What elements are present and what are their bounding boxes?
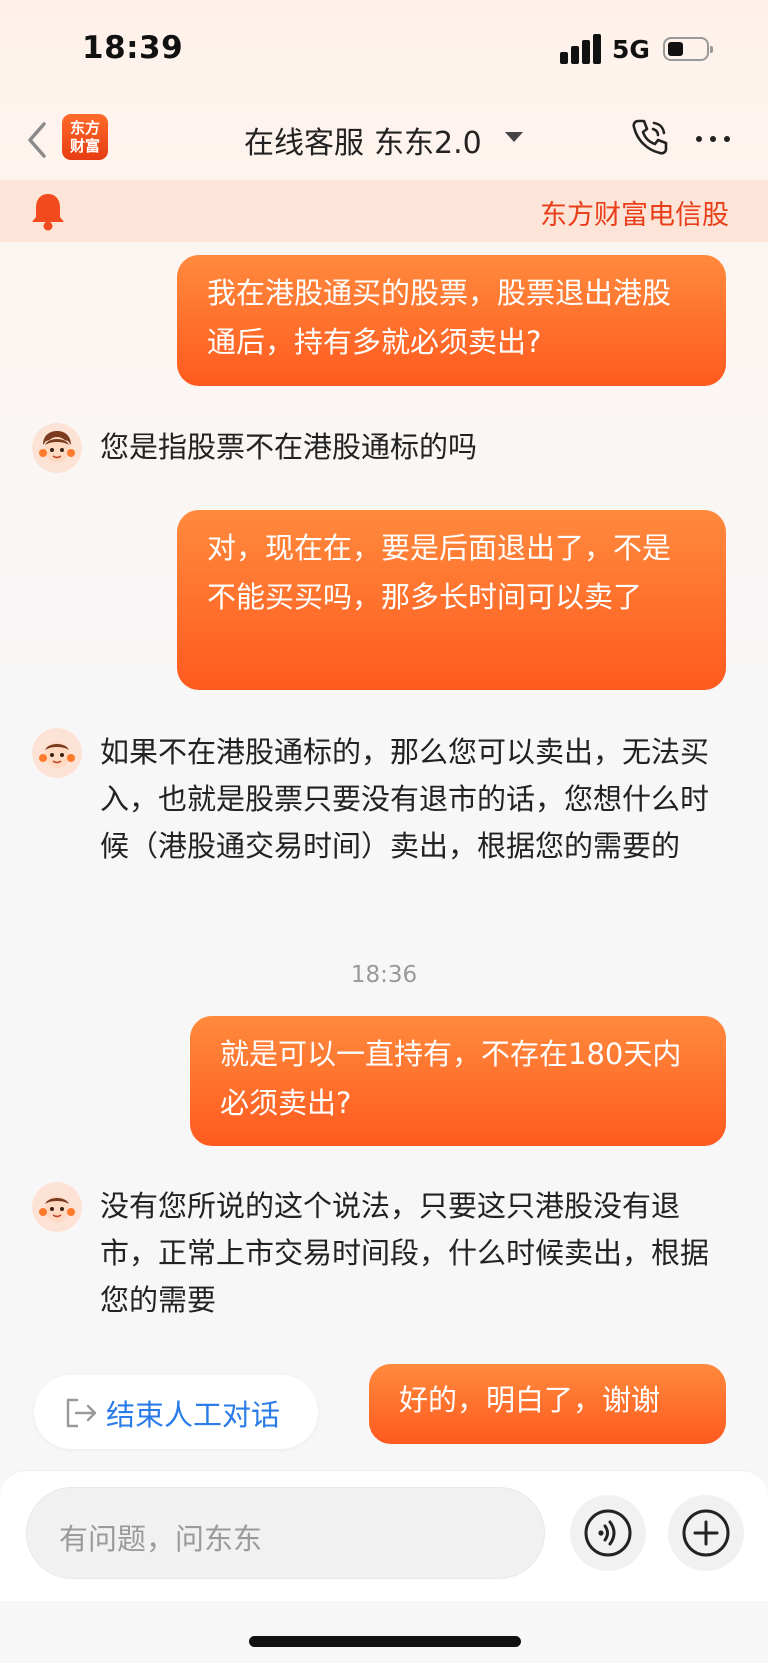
signal-icon bbox=[560, 34, 604, 64]
battery-icon bbox=[663, 37, 713, 61]
status-time: 18:39 bbox=[82, 30, 184, 66]
voice-button[interactable] bbox=[570, 1495, 646, 1571]
notice-text: 东方财富电信股 bbox=[540, 200, 729, 231]
plus-button[interactable] bbox=[668, 1495, 744, 1571]
message-composer: 有问题，问东东 bbox=[0, 1470, 768, 1601]
user-message: 就是可以一直持有，不存在180天内必须卖出? bbox=[190, 1016, 726, 1146]
bell-icon bbox=[32, 194, 64, 231]
more-dots-icon[interactable] bbox=[694, 119, 732, 159]
network-type: 5G bbox=[612, 35, 650, 64]
chat-title-text: 在线客服 bbox=[244, 126, 364, 161]
exit-icon bbox=[66, 1398, 97, 1428]
assistant-version: 东东2.0 bbox=[374, 126, 482, 161]
end-human-chat-button[interactable]: 结束人工对话 bbox=[34, 1375, 318, 1449]
home-indicator bbox=[249, 1636, 521, 1647]
chevron-down-icon[interactable] bbox=[505, 132, 523, 142]
end-human-chat-label: 结束人工对话 bbox=[106, 1398, 281, 1432]
message-timestamp: 18:36 bbox=[350, 962, 418, 988]
user-message: 对，现在在，要是后面退出了，不是不能买买吗，那多长时间可以卖了 bbox=[177, 510, 726, 690]
phone-call-icon[interactable] bbox=[628, 115, 672, 159]
agent-avatar bbox=[32, 423, 82, 473]
input-placeholder: 有问题，问东东 bbox=[59, 1522, 263, 1556]
agent-message: 没有您所说的这个说法，只要这只港股没有退市，正常上市交易时间段，什么时候卖出，根… bbox=[100, 1189, 710, 1317]
chat-title[interactable]: 在线客服 东东2.0 bbox=[244, 118, 482, 162]
plus-icon bbox=[682, 1509, 730, 1557]
user-message: 好的，明白了，谢谢 bbox=[369, 1364, 726, 1444]
chat-header: 东方 财富 在线客服 东东2.0 bbox=[0, 100, 768, 180]
agent-message: 您是指股票不在港股通标的吗 bbox=[100, 430, 478, 464]
user-message: 我在港股通买的股票，股票退出港股通后，持有多就必须卖出? bbox=[177, 255, 726, 386]
notice-banner[interactable]: 东方财富电信股 bbox=[0, 180, 768, 242]
app-logo: 东方 财富 bbox=[62, 114, 108, 160]
agent-avatar bbox=[32, 1182, 82, 1232]
back-chevron-icon[interactable] bbox=[22, 118, 52, 162]
agent-avatar bbox=[32, 728, 82, 778]
agent-message: 如果不在港股通标的，那么您可以卖出，无法买入，也就是股票只要没有退市的话，您想什… bbox=[100, 735, 710, 863]
voice-icon bbox=[584, 1509, 632, 1557]
status-bar: 18:39 5G bbox=[0, 0, 768, 100]
message-input[interactable]: 有问题，问东东 bbox=[26, 1487, 545, 1579]
